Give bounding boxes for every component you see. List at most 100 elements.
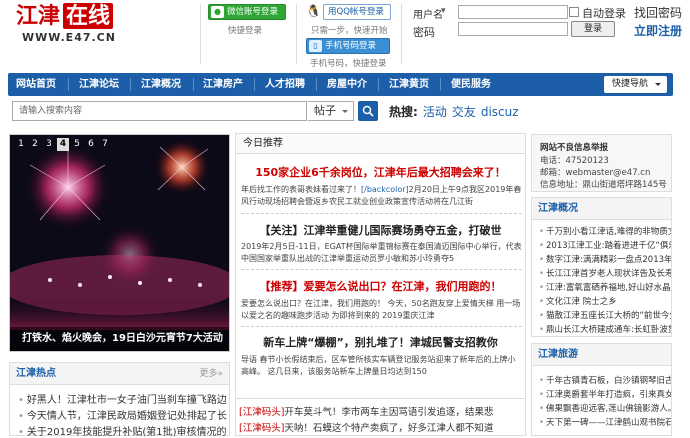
photo-slider[interactable]: 1 2 3 4 5 6 7 打铁水、焰火晚会，19日白沙元宵节7大活动 — [9, 134, 230, 352]
phone-login-button[interactable]: ▯ 手机号码登录 — [306, 38, 390, 54]
nav-housing-agency[interactable]: 房屋中介 — [327, 73, 367, 96]
wechat-login-button[interactable]: ● 微信账号登录 — [208, 4, 286, 20]
nav-divider — [130, 78, 131, 91]
report-title: 网站不良信息举报 — [540, 143, 609, 153]
slider-page[interactable]: 5 — [71, 138, 83, 151]
list-item[interactable]: 2013江津工业:踏着进进千亿“俱乐 — [539, 239, 671, 251]
list-item[interactable]: 千万别小看江津话,难得的非物质文 — [539, 225, 671, 237]
password-input[interactable] — [458, 22, 568, 36]
wechat-login-label: 微信账号登录 — [227, 7, 279, 17]
list-item[interactable]: 数字江津:满满精彩一盘点2013年全 — [539, 253, 671, 265]
slider-page[interactable]: 7 — [99, 138, 111, 151]
divider — [241, 213, 522, 214]
hot-news-title: 江津热点 — [16, 368, 56, 379]
qq-login-sub: 只需一步，快速开始 — [311, 26, 388, 36]
summary-2: 2019年2月5日-11日，EGAT杯国际举重锦标赛在泰国清迈国际中心举行，代表… — [241, 242, 522, 263]
summary-3: 爱要怎么说出口？在江津，我们用跑的！ 今天，50名跑友穿上爱情天梯 用一场以爱之… — [241, 299, 521, 320]
slider-page[interactable]: 3 — [43, 138, 55, 151]
list-item[interactable]: 江津奥爵套半年打造疯，引来真女 — [539, 388, 671, 400]
list-item[interactable]: 猫散江津五座长江大桥的“前世今生” — [539, 309, 671, 321]
today-recommend-panel: 今日推荐 150家企业6千余岗位，江津年后最大招聘会来了！ 年后找工作的表哥表妹… — [235, 133, 526, 436]
login-button[interactable]: 登录 — [571, 21, 615, 37]
password-label: 密码 — [413, 26, 435, 39]
forum-item[interactable]: [江津码头]开车莫斗气！李市两车主因骂语引发追逐，结果悲 — [239, 404, 493, 418]
search-button[interactable] — [358, 101, 378, 121]
search-input[interactable]: 请输入搜索内容 — [12, 101, 307, 121]
list-item[interactable]: 文化江津 院士之乡 — [539, 295, 671, 307]
nav-jobs[interactable]: 人才招聘 — [265, 73, 305, 96]
divider — [241, 326, 522, 327]
nav-realestate[interactable]: 江津房产 — [203, 73, 243, 96]
tourism-header: 江津旅游 — [532, 344, 671, 366]
nav-yellowpages[interactable]: 江津黄页 — [389, 73, 429, 96]
qq-login-button[interactable]: 用QQ帐号登录 — [323, 4, 391, 20]
hot-search-link[interactable]: 交友 — [452, 105, 476, 119]
slider-page-active[interactable]: 4 — [57, 138, 69, 151]
nav-overview[interactable]: 江津概况 — [141, 73, 181, 96]
list-item[interactable]: 江津:富氧富硒养福地,好山好水晶所 — [539, 281, 671, 293]
wechat-icon: ● — [211, 6, 224, 18]
headline-3[interactable]: 【推荐】爱要怎么说出口？在江津，我们用跑的！ — [236, 278, 525, 294]
nav-divider — [316, 78, 317, 91]
hot-news-more-link[interactable]: 更多» — [199, 363, 223, 385]
top-header: 江津 在线 WWW.E47.CN ● 微信账号登录 快捷登录 🐧 用QQ帐号登录 只… — [0, 0, 690, 70]
register-link[interactable]: 立即注册 — [634, 22, 682, 39]
list-item[interactable]: 鼎山长江大桥建成通车:长虹卧波贯 — [539, 323, 671, 335]
summary-1: 年后找工作的表哥表妹看过来了！[/backcolor]2月20日上午9点我区20… — [241, 184, 523, 208]
list-item[interactable]: 今天情人节，江津民政局婚姻登记处排起了长 — [18, 407, 228, 422]
username-input[interactable] — [458, 5, 568, 19]
main-nav: 网站首页 江津论坛 江津概况 江津房产 人才招聘 房屋中介 江津黄页 便民服务 … — [8, 73, 673, 96]
today-recommend-header: 今日推荐 — [236, 134, 525, 154]
list-item[interactable]: 天下第一碑——江津鹤山观书院石刻 — [539, 416, 671, 428]
slider-caption[interactable]: 打铁水、焰火晚会，19日白沙元宵节7大活动 — [10, 327, 229, 351]
hot-search-label: 热搜: — [389, 105, 418, 119]
forum-item-title: 开车莫斗气！李市两车主因骂语引发追逐，结果悲 — [284, 407, 494, 418]
headline-2[interactable]: 【关注】江津举重健儿国际赛场勇夺五金，打破世 — [236, 222, 525, 238]
overview-header: 江津概况 — [532, 198, 671, 220]
report-email: 邮箱：webmaster@e47.cn — [540, 168, 651, 178]
divider — [296, 4, 297, 64]
phone-icon: ▯ — [309, 40, 322, 52]
find-password-link[interactable]: 找回密码 — [634, 4, 682, 21]
forum-tag: [江津码头] — [239, 423, 285, 434]
list-item[interactable]: 长江江津首岁老人现状详告及长寿机理 — [539, 267, 671, 279]
phone-login-sub: 手机号码，快捷登录 — [310, 59, 387, 69]
list-item[interactable]: 千年古镇青石板，白沙镇钢琴旧古时 — [539, 374, 671, 386]
divider — [200, 4, 201, 64]
fast-login-text: 快捷登录 — [228, 26, 263, 36]
overview-title: 江津概况 — [538, 203, 578, 214]
nav-divider — [378, 78, 379, 91]
nav-divider — [254, 78, 255, 91]
auto-login-checkbox[interactable] — [569, 7, 579, 17]
forum-item-title: 天呐！石蟆这个特产卖疯了，好多江津人都不知道 — [284, 423, 494, 434]
nav-divider — [68, 78, 69, 91]
search-scope-select[interactable]: 帖子 — [308, 101, 354, 121]
hot-search: 热搜: 活动 交友 discuz — [389, 103, 519, 120]
divider — [401, 4, 402, 64]
nav-forum[interactable]: 江津论坛 — [79, 73, 119, 96]
headline-4[interactable]: 新车上牌“爆棚”，别扎堆了！津城民警支招教你 — [236, 334, 525, 350]
slider-page[interactable]: 2 — [29, 138, 41, 151]
hot-search-link[interactable]: discuz — [481, 105, 519, 119]
hot-search-link[interactable]: 活动 — [423, 105, 447, 119]
list-item[interactable]: 佛果飘香迎远客,莲山佛镜影游人。 — [539, 402, 671, 414]
username-dropdown-icon[interactable]: ▾ — [441, 6, 446, 16]
auto-login-label: 自动登录 — [582, 7, 626, 20]
nav-divider — [193, 78, 194, 91]
nav-services[interactable]: 便民服务 — [451, 73, 491, 96]
summary-1-text: 年后找工作的表哥表妹看过来了！ — [241, 185, 361, 194]
slider-page[interactable]: 6 — [85, 138, 97, 151]
list-item[interactable]: 好黑人！江津杜市一女子油门当刹车撞飞路边 — [18, 391, 228, 406]
logo-name: 江津 — [16, 3, 61, 29]
quick-nav-dropdown[interactable]: 快捷导航 — [604, 76, 667, 93]
nav-divider — [440, 78, 441, 91]
forum-item[interactable]: [江津码头]天呐！石蟆这个特产卖疯了，好多江津人都不知道 — [239, 420, 493, 434]
headline-1[interactable]: 150家企业6千余岗位，江津年后最大招聘会来了！ — [236, 164, 525, 180]
site-logo[interactable]: 江津 在线 — [16, 3, 114, 29]
nav-home[interactable]: 网站首页 — [16, 73, 56, 96]
tourism-panel: 江津旅游 千年古镇青石板，白沙镇钢琴旧古时 江津奥爵套半年打造疯，引来真女 佛果… — [531, 343, 672, 436]
slider-page[interactable]: 1 — [15, 138, 27, 151]
overview-panel: 江津概况 千万别小看江津话,难得的非物质文 2013江津工业:踏着进进千亿“俱乐… — [531, 197, 672, 337]
logo-tag: 在线 — [63, 3, 114, 29]
summary-4: 导语 春节小长假结束后，区车管所核实车辆登记服务站迎来了新年后的上牌小高峰。 这… — [241, 355, 516, 376]
